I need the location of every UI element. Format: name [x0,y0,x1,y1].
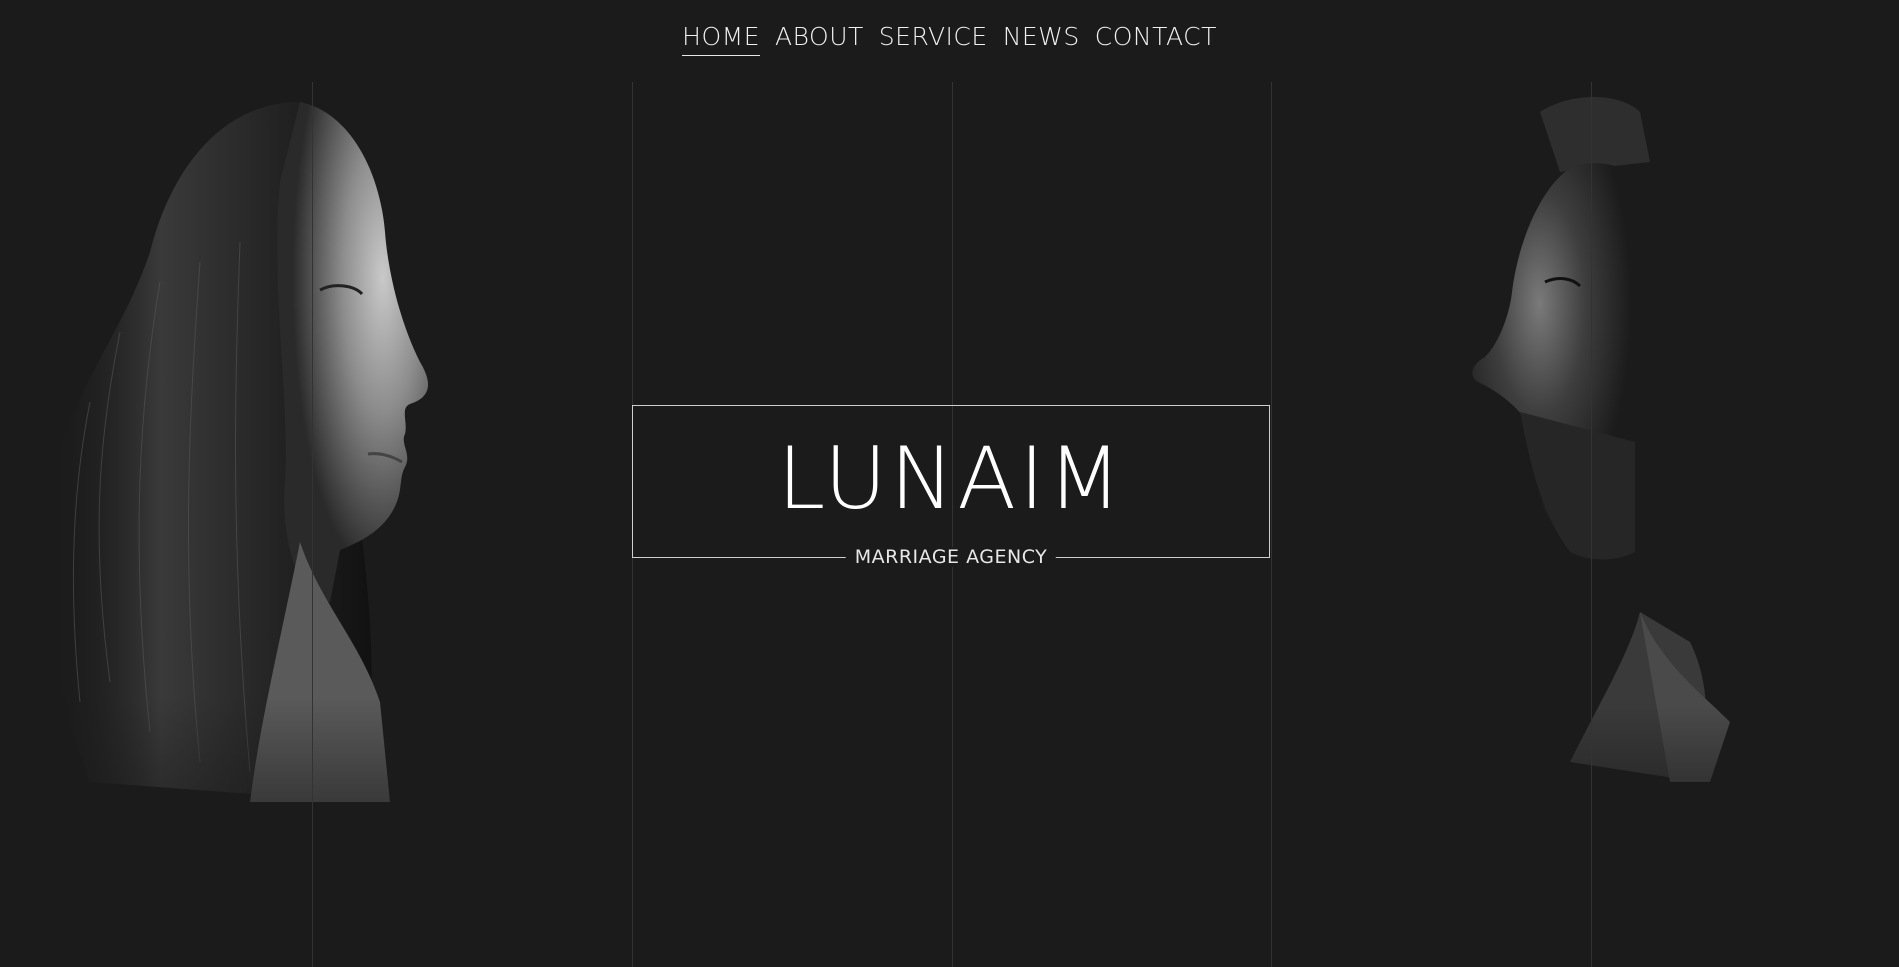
nav-about[interactable]: ABOUT [775,22,864,56]
brand-tagline: MARRIAGE AGENCY [845,547,1057,567]
hero-page: HOME ABOUT SERVICE NEWS CONTACT LUNAIM M… [0,0,1899,967]
grid-line [1271,82,1272,967]
brand-title: LUNAIM [777,429,1125,529]
main-navigation: HOME ABOUT SERVICE NEWS CONTACT [0,22,1899,56]
grid-line [312,82,313,967]
woman-portrait-image [0,82,460,902]
nav-service[interactable]: SERVICE [879,22,988,56]
man-portrait-image [1440,82,1740,862]
nav-contact[interactable]: CONTACT [1095,22,1217,56]
grid-line [1591,82,1592,967]
nav-home[interactable]: HOME [682,22,760,56]
nav-news[interactable]: NEWS [1003,22,1080,56]
logo-frame: LUNAIM MARRIAGE AGENCY [632,405,1270,567]
